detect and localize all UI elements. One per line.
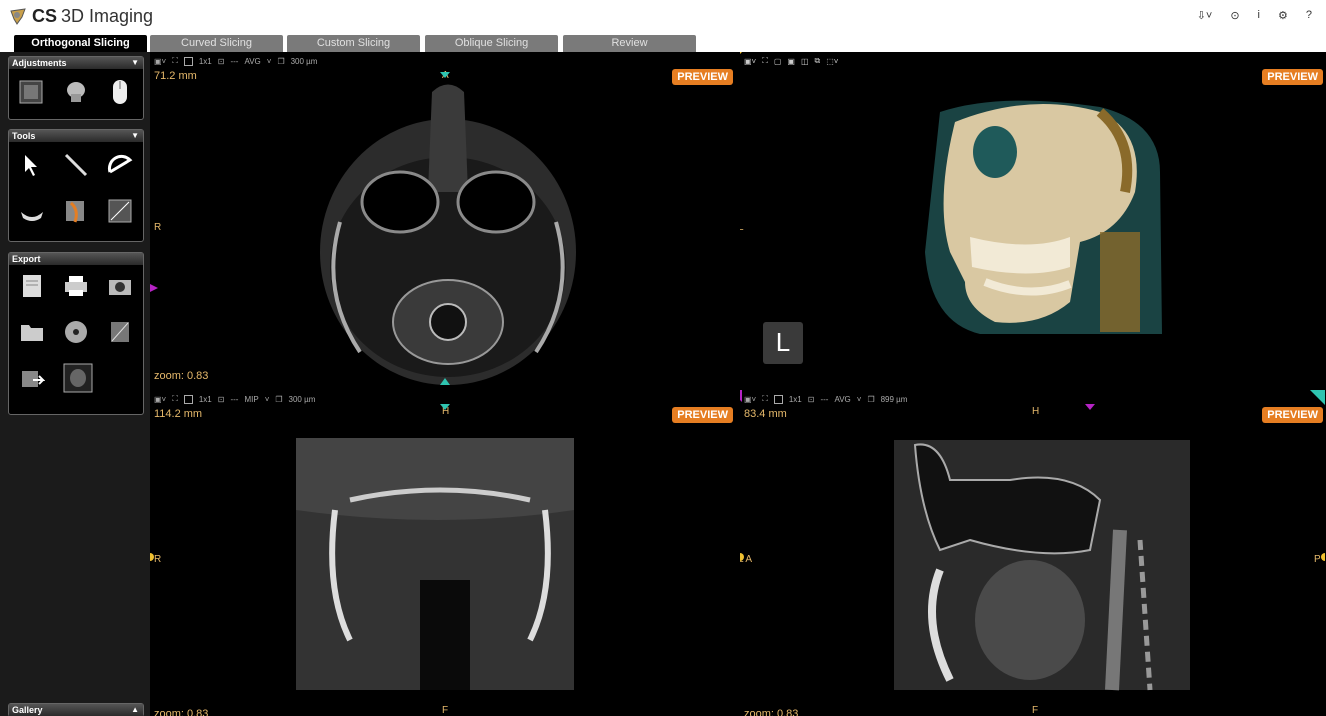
mandible-tool-icon[interactable] [19, 198, 45, 224]
gallery-panel: Gallery ▲ [8, 703, 144, 716]
ruler-icon[interactable] [63, 152, 89, 178]
zoom-level: zoom: 0.83 [154, 708, 209, 716]
annotation-tool-icon[interactable] [107, 198, 133, 224]
adjustments-panel: Adjustments ▼ [8, 56, 144, 120]
disc-burn-icon[interactable] [63, 319, 89, 345]
zoom-level: zoom: 0.83 [154, 370, 209, 382]
pointer-icon[interactable] [19, 152, 45, 178]
axial-viewport[interactable]: ▣˅ ⛶ 1x1 ⊡ --- AVG ˅ ❐ 300 µm 71.2 mm PRE… [150, 52, 735, 385]
app-name: 3D Imaging [61, 6, 154, 26]
collapse-icon[interactable]: ▼ [131, 130, 139, 142]
coronal-ct-image [150, 404, 574, 690]
tools-panel: Tools ▼ [8, 129, 144, 242]
settings-icon[interactable]: ⚙ [1278, 9, 1288, 22]
report-icon[interactable] [19, 273, 45, 299]
tools-title: Tools [12, 131, 36, 141]
export-panel: Export [8, 252, 144, 415]
left-panel: Adjustments ▼ Tools ▼ Export Gallery ▲ [0, 52, 150, 716]
logo-icon [10, 7, 26, 25]
sagittal-viewport[interactable]: ▣˅ ⛶ 1x1 ⊡ --- AVG ˅ ❐ 899 µm 83.4 mm PRE… [740, 390, 1325, 716]
orientation-cube[interactable]: L [763, 322, 803, 364]
tab-custom-slicing[interactable]: Custom Slicing [287, 35, 420, 53]
collapse-icon[interactable]: ▼ [131, 57, 139, 69]
print-icon[interactable] [63, 273, 89, 299]
export-image-icon[interactable] [107, 319, 133, 345]
gallery-header[interactable]: Gallery ▲ [9, 704, 143, 716]
export-header[interactable]: Export [9, 253, 143, 265]
skull-3d-render [740, 52, 1162, 334]
brightness-contrast-icon[interactable] [18, 79, 44, 105]
snapshot-thumbnail-icon[interactable] [63, 363, 93, 393]
camera-icon[interactable] [107, 273, 133, 299]
tab-review[interactable]: Review [563, 35, 696, 53]
angle-tool-icon[interactable] [107, 152, 133, 178]
help-icon[interactable]: ? [1306, 9, 1312, 22]
tab-orthogonal-slicing[interactable]: Orthogonal Slicing [14, 35, 147, 53]
sagittal-ct-image [740, 390, 1325, 691]
tab-bar: Orthogonal Slicing Curved Slicing Custom… [0, 33, 1326, 53]
adjustments-title: Adjustments [12, 58, 67, 68]
clock-icon[interactable]: ⊙ [1230, 9, 1239, 22]
zoom-level: zoom: 0.83 [744, 708, 799, 716]
gallery-title: Gallery [12, 705, 43, 715]
skull-render-icon[interactable] [63, 79, 89, 105]
axial-ct-image [150, 72, 576, 385]
adjustments-header[interactable]: Adjustments ▼ [9, 57, 143, 69]
tab-oblique-slicing[interactable]: Oblique Slicing [425, 35, 558, 53]
mouse-icon[interactable] [107, 79, 133, 105]
nerve-tool-icon[interactable] [63, 198, 89, 224]
info-icon[interactable]: i [1258, 9, 1260, 22]
download-icon[interactable]: ⇩˅ [1197, 9, 1213, 22]
export-folder-icon[interactable] [19, 319, 45, 345]
app-logo: CS 3D Imaging [8, 6, 153, 27]
expand-icon[interactable]: ▲ [131, 704, 139, 716]
coronal-viewport[interactable]: ▣˅ ⛶ 1x1 ⊡ --- MIP ˅ ❐ 300 µm 114.2 mm PR… [150, 390, 735, 716]
app-brand: CS [32, 6, 58, 26]
export-title: Export [12, 254, 41, 264]
tools-header[interactable]: Tools ▼ [9, 130, 143, 142]
tab-curved-slicing[interactable]: Curved Slicing [150, 35, 283, 53]
app-window: CS 3D Imaging ⇩˅ ⊙ i ⚙ ? Orthogonal Slic… [0, 0, 1326, 716]
volume-render-viewport[interactable]: ▣˅ ⛶ ▢ ▣ ◫ ⧉ ⬚˅ PREVIEW L L [740, 52, 1325, 385]
send-icon[interactable] [19, 366, 46, 392]
top-toolbar: ⇩˅ ⊙ i ⚙ ? [1197, 9, 1312, 22]
viewport-grid: ▣˅ ⛶ 1x1 ⊡ --- AVG ˅ ❐ 300 µm 71.2 mm PRE… [150, 52, 1326, 716]
title-bar: CS 3D Imaging ⇩˅ ⊙ i ⚙ ? [0, 0, 1326, 33]
